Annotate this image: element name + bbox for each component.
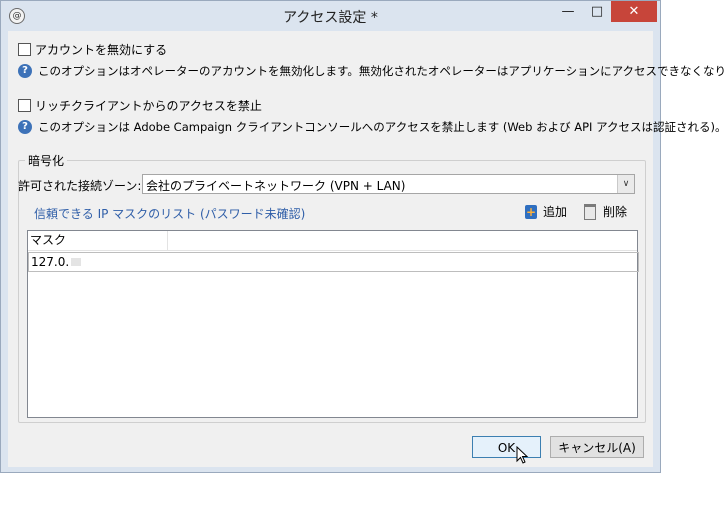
trusted-ip-list-title[interactable]: 信頼できる IP マスクのリスト (パスワード未確認) <box>34 205 305 222</box>
dialog-content: アカウントを無効にする ? このオプションはオペレーターのアカウントを無効化しま… <box>8 31 727 467</box>
disable-account-help: ? このオプションはオペレーターのアカウントを無効化します。無効化されたオペレー… <box>18 62 727 80</box>
forbid-rich-client-checkbox[interactable] <box>18 98 31 112</box>
redacted-mark <box>71 258 82 266</box>
trash-icon <box>584 203 596 220</box>
title-bar: @ アクセス設定 * — □ ✕ <box>1 1 660 31</box>
mouse-cursor-icon <box>516 446 529 464</box>
add-button[interactable]: + 追加 <box>525 203 567 220</box>
add-icon: + <box>525 204 537 219</box>
disable-account-option[interactable]: アカウントを無効にする <box>18 41 167 57</box>
question-icon: ? <box>18 64 32 78</box>
add-button-label: 追加 <box>543 205 568 219</box>
ok-button[interactable]: OK <box>472 436 541 458</box>
forbid-rich-client-option[interactable]: リッチクライアントからのアクセスを禁止 <box>18 97 262 113</box>
encryption-group-title: 暗号化 <box>25 152 68 169</box>
maximize-button[interactable]: □ <box>582 1 612 22</box>
mask-column-header[interactable]: マスク <box>28 231 168 250</box>
delete-button[interactable]: 削除 <box>584 203 627 220</box>
dialog-window: @ アクセス設定 * — □ ✕ アカウントを無効にする ? このオプションはオ… <box>0 0 727 473</box>
table-row[interactable]: 127.0. <box>28 252 639 272</box>
question-icon: ? <box>18 120 32 134</box>
zone-select-value: 会社のプライベートネットワーク (VPN + LAN) <box>146 179 406 193</box>
ip-mask-table[interactable]: マスク 127.0. <box>27 230 639 418</box>
mask-cell: 127.0. <box>31 255 70 269</box>
zone-select[interactable]: 会社のプライベートネットワーク (VPN + LAN) ∨ <box>142 174 635 194</box>
disable-account-help-text: このオプションはオペレーターのアカウントを無効化します。無効化されたオペレーター… <box>38 64 727 78</box>
zone-label: 許可された接続ゾーン: <box>18 179 142 193</box>
table-header: マスク <box>28 231 637 251</box>
delete-button-label: 削除 <box>603 205 628 219</box>
minimize-button[interactable]: — <box>553 1 583 22</box>
forbid-rich-client-label: リッチクライアントからのアクセスを禁止 <box>35 98 262 113</box>
disable-account-checkbox[interactable] <box>18 42 31 56</box>
disable-account-label: アカウントを無効にする <box>35 42 168 57</box>
cancel-button[interactable]: キャンセル(A) <box>550 436 644 458</box>
chevron-down-icon[interactable]: ∨ <box>617 175 634 193</box>
close-button[interactable]: ✕ <box>611 1 657 22</box>
forbid-rich-client-help-text: このオプションは Adobe Campaign クライアントコンソールへのアクセ… <box>38 120 727 134</box>
forbid-rich-client-help: ? このオプションは Adobe Campaign クライアントコンソールへのア… <box>18 118 727 136</box>
